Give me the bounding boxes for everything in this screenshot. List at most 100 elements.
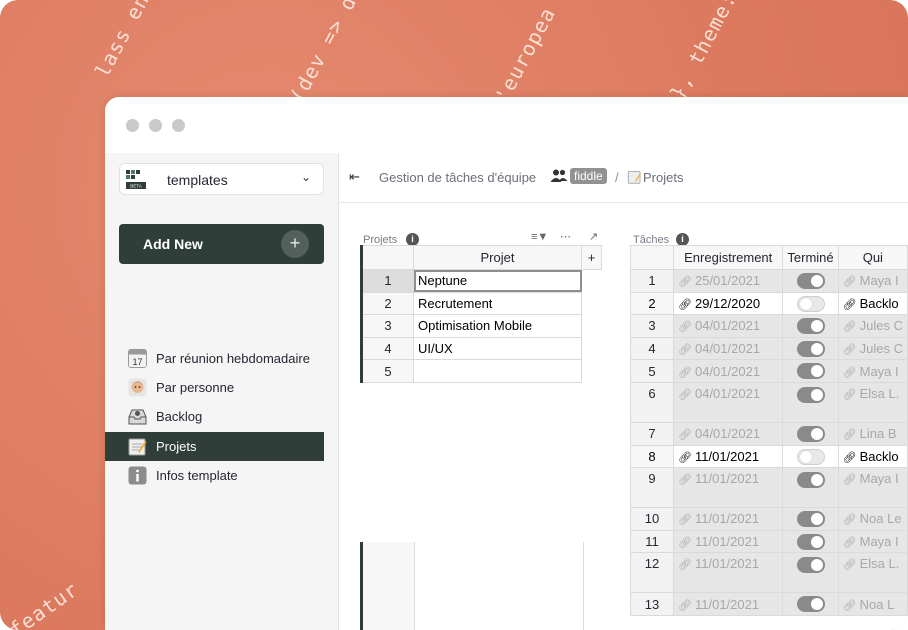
termine-cell[interactable]	[782, 529, 839, 554]
expand-icon[interactable]: ↗	[589, 230, 598, 243]
table-row[interactable]: 4 🔗︎ 04/01/2021 🔗︎ Jules C	[629, 336, 908, 361]
termine-cell[interactable]	[782, 359, 839, 383]
termine-cell[interactable]	[782, 336, 839, 361]
window-maximize-dot[interactable]	[172, 119, 185, 132]
template-selector[interactable]: BETA templates ⌄	[119, 163, 324, 195]
workspace-badge[interactable]: fiddle	[570, 168, 607, 184]
qui-cell[interactable]: 🔗︎ Elsa L.	[837, 381, 908, 423]
table-row[interactable]: 5 🔗︎ 04/01/2021 🔗︎ Maya I	[629, 359, 908, 383]
enregistrement-cell[interactable]: 🔗︎ 11/01/2021	[673, 592, 784, 616]
row-number[interactable]: 6	[629, 381, 675, 423]
enregistrement-cell[interactable]: 🔗︎ 04/01/2021	[673, 314, 784, 338]
table-row[interactable]: 6 🔗︎ 04/01/2021 🔗︎ Elsa L.	[629, 381, 908, 423]
termine-cell[interactable]	[782, 269, 839, 293]
termine-cell[interactable]	[782, 291, 839, 316]
row-number[interactable]: 12	[629, 552, 675, 594]
table-row[interactable]: 1 🔗︎ 25/01/2021 🔗︎ Maya I	[629, 269, 908, 293]
done-toggle[interactable]	[796, 363, 825, 380]
table-row[interactable]: 3 Optimisation Mobile	[361, 314, 602, 338]
table-row[interactable]: 3 🔗︎ 04/01/2021 🔗︎ Jules C	[629, 314, 908, 338]
column-header-termine[interactable]: Terminé	[782, 245, 839, 270]
enregistrement-cell[interactable]: 🔗︎ 04/01/2021	[673, 381, 784, 423]
table-row[interactable]: 4 UI/UX	[361, 336, 602, 361]
table-row[interactable]: 5	[361, 359, 602, 383]
qui-cell[interactable]: 🔗︎ Elsa L.	[837, 552, 908, 594]
qui-cell[interactable]: 🔗︎ Noa Le	[837, 507, 908, 531]
qui-cell[interactable]: 🔗︎ Lina B	[837, 421, 908, 446]
done-toggle[interactable]	[796, 318, 825, 335]
enregistrement-cell[interactable]: 🔗︎ 11/01/2021	[673, 507, 784, 531]
enregistrement-cell[interactable]: 🔗︎ 04/01/2021	[673, 421, 784, 446]
done-toggle[interactable]	[796, 295, 825, 312]
row-number[interactable]: 5	[629, 359, 675, 383]
enregistrement-cell[interactable]: 🔗︎ 04/01/2021	[673, 336, 784, 361]
enregistrement-cell[interactable]: 🔗︎ 04/01/2021	[673, 359, 784, 383]
sort-filter-icon[interactable]: ≡▼	[531, 231, 548, 243]
table-row[interactable]: 11 🔗︎ 11/01/2021 🔗︎ Maya I	[629, 529, 908, 554]
enregistrement-cell[interactable]: 🔗︎ 11/01/2021	[673, 467, 784, 509]
termine-cell[interactable]	[782, 592, 839, 616]
termine-cell[interactable]	[782, 467, 839, 509]
qui-cell[interactable]: 🔗︎ Backlo	[837, 291, 908, 316]
table-row[interactable]: 2 Recrutement	[361, 291, 602, 316]
table-row[interactable]: 12 🔗︎ 11/01/2021 🔗︎ Elsa L.	[629, 552, 908, 594]
qui-cell[interactable]: 🔗︎ Noa L	[837, 592, 908, 616]
column-header-enregistrement[interactable]: Enregistrement	[673, 245, 784, 270]
done-toggle[interactable]	[796, 533, 825, 550]
table-row[interactable]: 8 🔗︎ 11/01/2021 🔗︎ Backlo	[629, 444, 908, 469]
window-close-dot[interactable]	[126, 119, 139, 132]
done-toggle[interactable]	[796, 448, 825, 465]
row-number[interactable]: 2	[629, 291, 675, 316]
qui-cell[interactable]: 🔗︎ Jules C	[837, 336, 908, 361]
row-number[interactable]: 11	[629, 529, 675, 554]
qui-cell[interactable]: 🔗︎ Maya I	[837, 467, 908, 509]
sidebar-item-infos-template[interactable]: Infos template	[105, 461, 324, 490]
qui-cell[interactable]: 🔗︎ Jules C	[837, 314, 908, 338]
more-options-icon[interactable]: ⋯	[560, 230, 571, 243]
table-row[interactable]: 2 🔗︎ 29/12/2020 🔗︎ Backlo	[629, 291, 908, 316]
window-minimize-dot[interactable]	[149, 119, 162, 132]
add-new-button[interactable]: Add New +	[119, 224, 324, 264]
table-row[interactable]: 7 🔗︎ 04/01/2021 🔗︎ Lina B	[629, 421, 908, 446]
projet-cell[interactable]: Neptune	[413, 269, 582, 293]
enregistrement-cell[interactable]: 🔗︎ 29/12/2020	[673, 291, 784, 316]
sidebar-item-projets[interactable]: Projets	[105, 432, 324, 461]
termine-cell[interactable]	[782, 381, 839, 423]
done-toggle[interactable]	[796, 340, 825, 357]
row-number[interactable]: 3	[629, 314, 675, 338]
qui-cell[interactable]: 🔗︎ Maya I	[837, 359, 908, 383]
row-number[interactable]: 7	[629, 421, 675, 446]
row-number[interactable]: 13	[629, 592, 675, 616]
enregistrement-cell[interactable]: 🔗︎ 11/01/2021	[673, 444, 784, 469]
done-toggle[interactable]	[796, 273, 825, 290]
table-row[interactable]: 9 🔗︎ 11/01/2021 🔗︎ Maya I	[629, 467, 908, 509]
row-number[interactable]: 8	[629, 444, 675, 469]
done-toggle[interactable]	[796, 511, 825, 528]
done-toggle[interactable]	[796, 556, 825, 573]
row-number[interactable]: 5	[361, 359, 414, 383]
table-row[interactable]: 1 Neptune	[361, 269, 602, 293]
done-toggle[interactable]	[796, 426, 825, 443]
collapse-panel-icon[interactable]: ⇤	[349, 169, 360, 185]
qui-cell[interactable]: 🔗︎ Backlo	[837, 444, 908, 469]
row-number[interactable]: 4	[361, 336, 414, 361]
row-number[interactable]: 1	[629, 269, 675, 293]
qui-cell[interactable]: 🔗︎ Maya I	[837, 269, 908, 293]
row-number[interactable]: 4	[629, 336, 675, 361]
termine-cell[interactable]	[782, 314, 839, 338]
termine-cell[interactable]	[782, 552, 839, 594]
projet-cell[interactable]: UI/UX	[413, 336, 582, 361]
column-header-projet[interactable]: Projet	[413, 245, 582, 270]
sidebar-item-par-reunion[interactable]: 17 Par réunion hebdomadaire	[105, 344, 324, 373]
done-toggle[interactable]	[796, 471, 825, 488]
table-row[interactable]: 13 🔗︎ 11/01/2021 🔗︎ Noa L	[629, 592, 908, 616]
projet-cell[interactable]: Recrutement	[413, 291, 582, 316]
row-number[interactable]: 10	[629, 507, 675, 531]
table-row[interactable]: 10 🔗︎ 11/01/2021 🔗︎ Noa Le	[629, 507, 908, 531]
current-page-title[interactable]: Projets	[643, 170, 683, 185]
sidebar-item-backlog[interactable]: Backlog	[105, 402, 324, 431]
document-title[interactable]: Gestion de tâches d'équipe	[379, 170, 536, 185]
enregistrement-cell[interactable]: 🔗︎ 11/01/2021	[673, 529, 784, 554]
termine-cell[interactable]	[782, 421, 839, 446]
row-number[interactable]: 3	[361, 314, 414, 338]
